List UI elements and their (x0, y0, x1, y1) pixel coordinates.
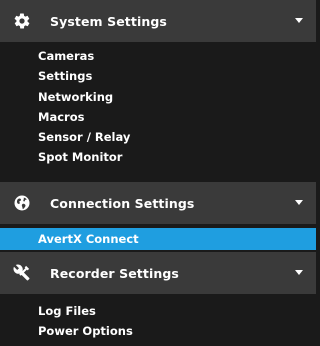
chevron-down-icon (294, 16, 304, 26)
gear-icon (12, 11, 32, 31)
system-settings-items: Cameras Settings Networking Macros Senso… (0, 43, 316, 168)
nav-item-cameras[interactable]: Cameras (0, 46, 316, 66)
section-header-connection-settings[interactable]: Connection Settings (0, 182, 316, 224)
connection-settings-items: AvertX Connect (0, 228, 316, 250)
recorder-settings-items: Log Files Power Options (0, 298, 316, 342)
globe-icon (12, 193, 32, 213)
section-title: System Settings (50, 13, 167, 29)
nav-item-avertx-connect[interactable]: AvertX Connect (0, 228, 316, 250)
nav-item-sensor-relay[interactable]: Sensor / Relay (0, 127, 316, 147)
chevron-down-icon (294, 268, 304, 278)
nav-item-macros[interactable]: Macros (0, 107, 316, 127)
nav-item-networking[interactable]: Networking (0, 87, 316, 107)
nav-item-spot-monitor[interactable]: Spot Monitor (0, 147, 316, 167)
chevron-down-icon (294, 198, 304, 208)
tools-icon (12, 263, 32, 283)
nav-item-settings[interactable]: Settings (0, 66, 316, 86)
nav-item-log-files[interactable]: Log Files (0, 301, 316, 321)
nav-item-power-options[interactable]: Power Options (0, 321, 316, 341)
section-header-recorder-settings[interactable]: Recorder Settings (0, 252, 316, 294)
settings-sidebar: System Settings Cameras Settings Network… (0, 0, 316, 346)
section-title: Recorder Settings (50, 265, 179, 281)
section-header-system-settings[interactable]: System Settings (0, 0, 316, 42)
section-title: Connection Settings (50, 195, 195, 211)
